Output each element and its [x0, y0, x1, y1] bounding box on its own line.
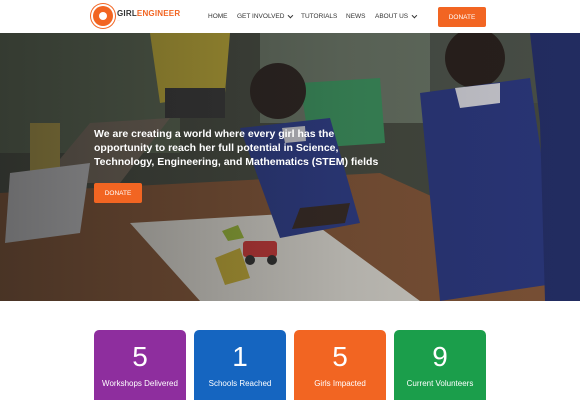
stat-number: 1	[232, 341, 248, 372]
stat-number: 5	[132, 341, 148, 372]
nav-about-us-label: ABOUT US	[375, 13, 409, 20]
logo-wordmark: GIRLENGINEER	[117, 10, 180, 18]
logo-tagline: ...	[117, 18, 121, 22]
stat-label: Schools Reached	[208, 379, 272, 388]
logo-word-engineer: ENGINEER	[136, 9, 181, 18]
stat-number: 5	[332, 341, 348, 372]
nav-home-label: HOME	[208, 13, 228, 20]
nav-get-involved-label: GET INVOLVED	[237, 13, 285, 20]
nav-news-label: NEWS	[346, 13, 366, 20]
hero-donate-button[interactable]: DONATE	[94, 183, 142, 203]
stat-label: Girls Impacted	[314, 379, 366, 388]
hero-heading: We are creating a world where every girl…	[94, 128, 379, 168]
header-donate-button[interactable]: DONATE	[438, 7, 486, 27]
stat-number: 9	[432, 341, 448, 372]
stat-card-volunteers: 9 Current Volunteers	[394, 330, 486, 400]
nav-home[interactable]: HOME	[208, 13, 228, 20]
nav-get-involved[interactable]: GET INVOLVED	[237, 12, 294, 20]
gear-logo-icon	[93, 6, 113, 26]
stat-card-schools: 1 Schools Reached	[194, 330, 286, 400]
stat-card-girls: 5 Girls Impacted	[294, 330, 386, 400]
nav-news[interactable]: NEWS	[346, 13, 366, 20]
logo-word-girl: GIRL	[117, 9, 137, 18]
stat-label: Workshops Delivered	[102, 379, 178, 388]
nav-about-us[interactable]: ABOUT US	[375, 12, 418, 20]
nav-tutorials-label: TUTORIALS	[301, 13, 338, 20]
hero-section: We are creating a world where every girl…	[0, 33, 580, 301]
chevron-down-icon	[288, 12, 294, 18]
chevron-down-icon	[411, 12, 418, 18]
site-header: GIRLENGINEER ... HOME GET INVOLVED TUTOR…	[0, 0, 580, 33]
site-logo[interactable]: GIRLENGINEER ...	[93, 6, 180, 26]
stat-label: Current Volunteers	[406, 379, 474, 388]
nav-tutorials[interactable]: TUTORIALS	[301, 13, 337, 20]
stat-card-workshops: 5 Workshops Delivered	[94, 330, 186, 400]
